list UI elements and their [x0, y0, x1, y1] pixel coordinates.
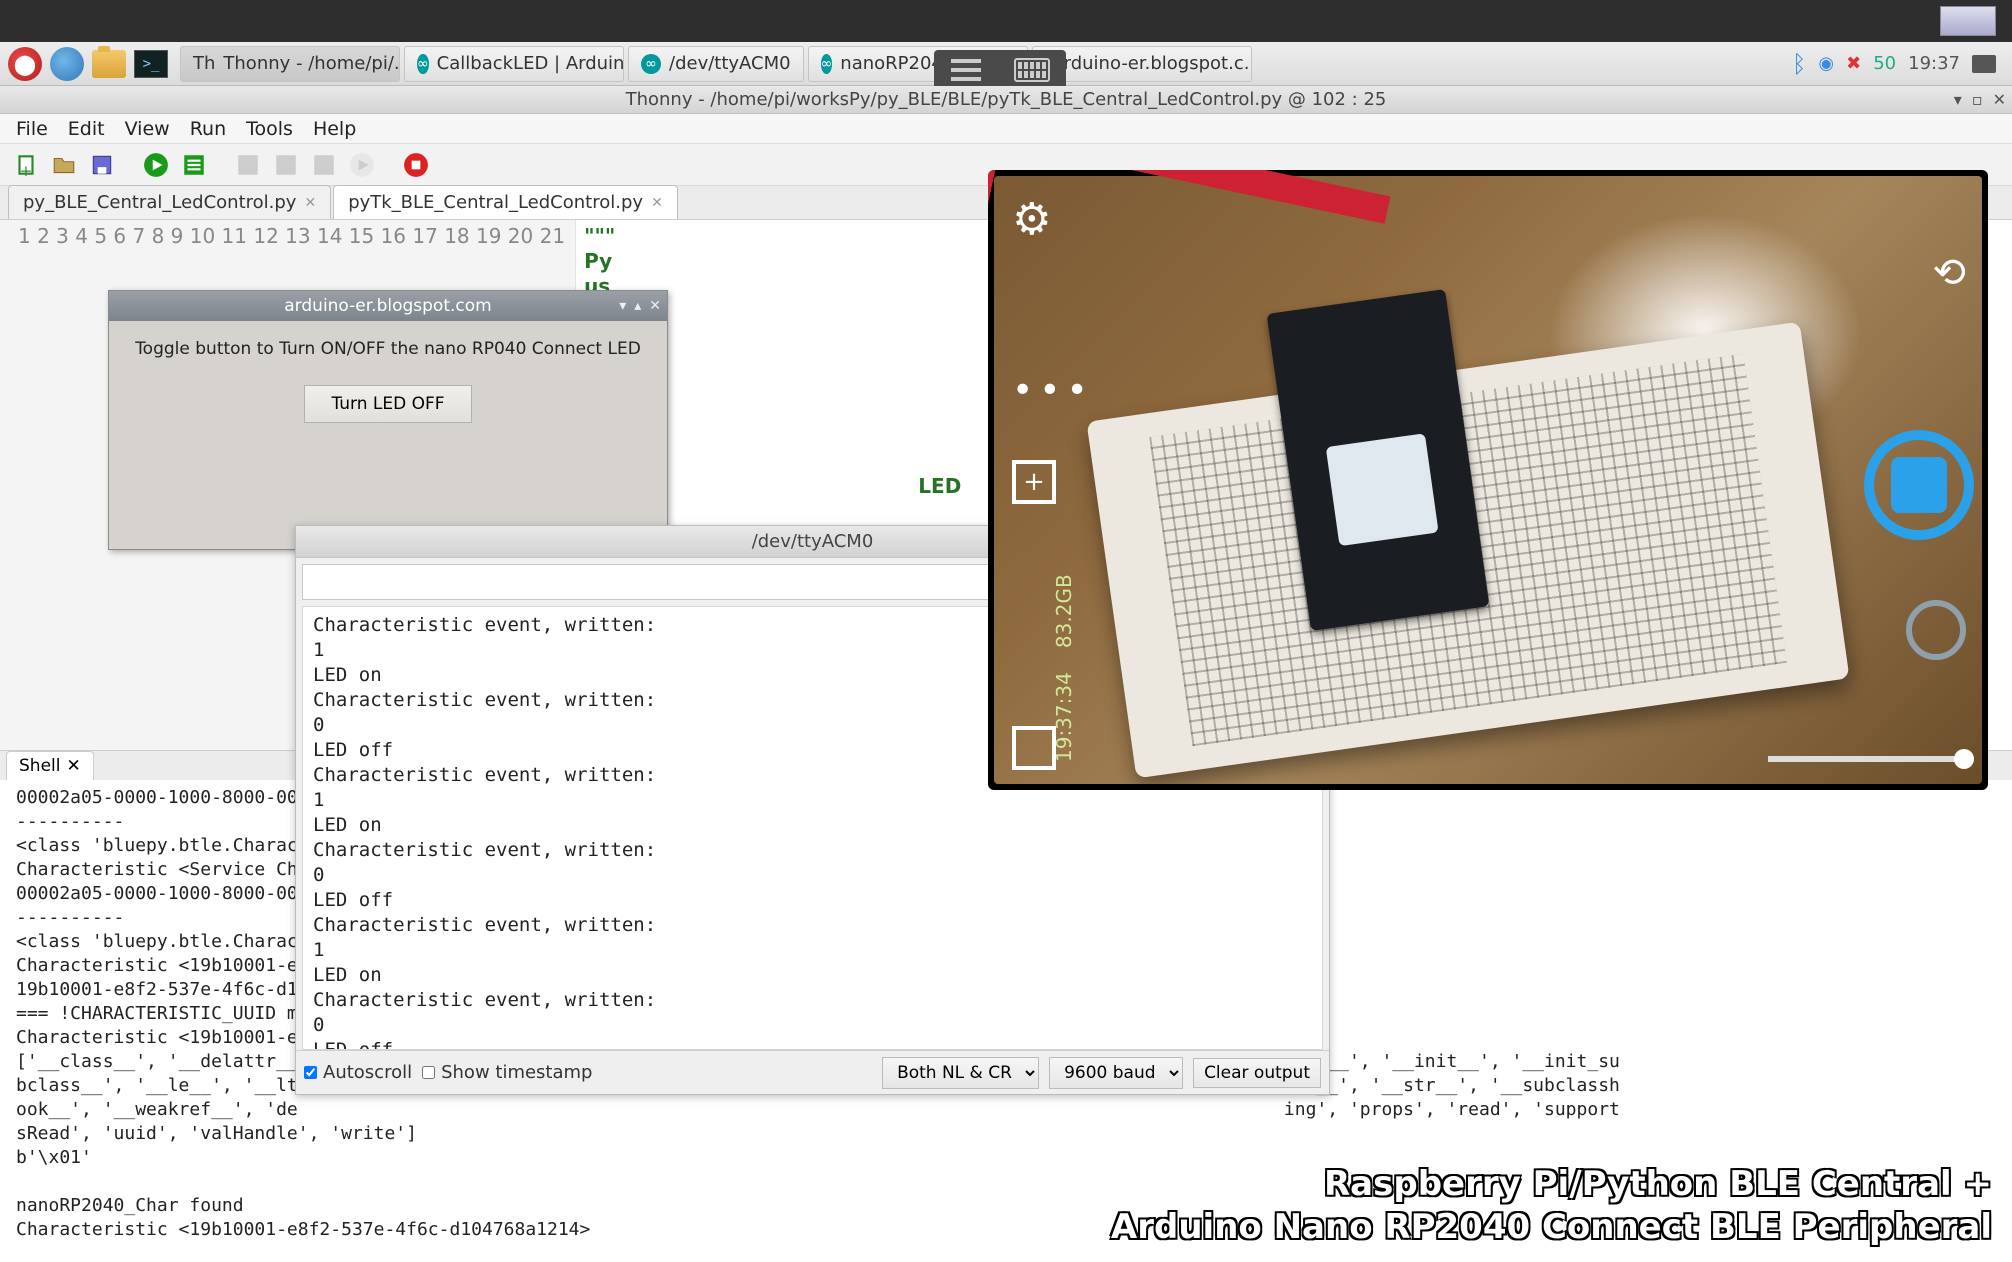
arduino-icon: ∞ — [417, 54, 429, 74]
camera-switch-icon[interactable]: ⟲ — [1932, 250, 1966, 296]
turn-led-off-button[interactable]: Turn LED OFF — [304, 385, 471, 423]
close-tab-icon[interactable]: ✕ — [651, 195, 663, 211]
maximize-button[interactable]: ▫ — [1972, 90, 1983, 109]
terminal-launcher-icon[interactable]: >_ — [134, 50, 168, 78]
resume-button[interactable] — [346, 149, 378, 181]
camera-more-icon[interactable]: ••• — [1012, 370, 1094, 411]
camera-shutter-button[interactable] — [1864, 430, 1974, 540]
new-file-button[interactable]: + — [10, 149, 42, 181]
thonny-menubar: File Edit View Run Tools Help — [0, 114, 2012, 144]
thumbnail-preview — [1940, 6, 1996, 36]
line-ending-select[interactable]: Both NL & CR — [882, 1057, 1039, 1089]
camera-exposure-icon[interactable]: + — [1012, 460, 1056, 504]
file-manager-launcher-icon[interactable] — [92, 50, 126, 78]
menu-help[interactable]: Help — [305, 116, 364, 142]
step-into-button[interactable] — [270, 149, 302, 181]
thonny-task-icon: Th — [193, 53, 215, 74]
camera-settings-icon[interactable]: ⚙ — [1012, 194, 1051, 245]
video-caption: Raspberry Pi/Python BLE Central + Arduin… — [1111, 1163, 1992, 1248]
browser-launcher-icon[interactable] — [50, 47, 84, 81]
shell-tab[interactable]: Shell✕ — [6, 751, 94, 780]
tk-maximize-button[interactable]: ▴ — [634, 298, 641, 314]
camera-zoom-slider[interactable] — [1768, 756, 1968, 762]
close-shell-icon[interactable]: ✕ — [66, 756, 80, 776]
camera-fullscreen-icon[interactable] — [1012, 726, 1056, 770]
run-button[interactable] — [140, 149, 172, 181]
volume-mute-icon[interactable]: ✖ — [1846, 53, 1861, 74]
menu-tools[interactable]: Tools — [238, 116, 301, 142]
tk-dialog-message: Toggle button to Turn ON/OFF the nano RP… — [109, 321, 667, 359]
arduino-icon: ∞ — [821, 54, 833, 74]
tk-minimize-button[interactable]: ▾ — [619, 298, 626, 314]
task-thonny[interactable]: ThThonny - /home/pi/... — [180, 46, 400, 82]
open-file-button[interactable] — [48, 149, 80, 181]
caption-line-2: Arduino Nano RP2040 Connect BLE Peripher… — [1111, 1206, 1992, 1249]
close-button[interactable]: ✕ — [1993, 90, 2006, 109]
serial-title: /dev/ttyACM0 — [752, 531, 874, 552]
battery-percent[interactable]: 50 — [1873, 53, 1896, 74]
menu-run[interactable]: Run — [182, 116, 234, 142]
sd-card-icon[interactable] — [1972, 55, 1996, 73]
tk-dialog-titlebar[interactable]: arduino-er.blogspot.com ▾ ▴ ✕ — [109, 291, 667, 321]
tk-dialog-title: arduino-er.blogspot.com — [284, 296, 491, 316]
menu-edit[interactable]: Edit — [60, 116, 113, 142]
baud-select[interactable]: 9600 baud — [1049, 1057, 1183, 1089]
step-out-button[interactable] — [308, 149, 340, 181]
outer-frame-top — [0, 0, 2012, 42]
raspberry-menu-icon[interactable]: ⬤ — [8, 47, 42, 81]
tk-dialog-window: arduino-er.blogspot.com ▾ ▴ ✕ Toggle but… — [108, 290, 668, 550]
bluetooth-icon[interactable]: ᛒ — [1792, 50, 1806, 78]
menu-lines-icon — [951, 59, 981, 81]
svg-text:+: + — [20, 161, 33, 177]
editor-tab-1[interactable]: pyTk_BLE_Central_LedControl.py✕ — [333, 185, 678, 219]
system-tray: ᛒ ◉ ✖ 50 19:37 — [1792, 50, 2004, 78]
panel-applet-switcher[interactable] — [934, 50, 1066, 90]
window-buttons: ▾ ▫ ✕ — [1954, 90, 2006, 109]
camera-timestamp-overlay: 19:37:34 83.2GB — [1052, 574, 1076, 762]
arduino-icon: ∞ — [641, 54, 661, 74]
thonny-title: Thonny - /home/pi/worksPy/py_BLE/BLE/pyT… — [626, 89, 1387, 110]
wifi-icon[interactable]: ◉ — [1818, 53, 1834, 74]
thonny-titlebar: Thonny - /home/pi/worksPy/py_BLE/BLE/pyT… — [0, 86, 2012, 114]
clear-output-button[interactable]: Clear output — [1193, 1058, 1321, 1088]
timestamp-checkbox[interactable]: Show timestamp — [422, 1062, 592, 1083]
stop-button[interactable] — [400, 149, 432, 181]
menu-view[interactable]: View — [117, 116, 178, 142]
close-tab-icon[interactable]: ✕ — [304, 195, 316, 211]
debug-button[interactable] — [178, 149, 210, 181]
serial-footer: Autoscroll Show timestamp Both NL & CR 9… — [296, 1050, 1329, 1094]
save-file-button[interactable] — [86, 149, 118, 181]
menu-file[interactable]: File — [8, 116, 56, 142]
step-over-button[interactable] — [232, 149, 264, 181]
caption-line-1: Raspberry Pi/Python BLE Central + — [1111, 1163, 1992, 1206]
keyboard-icon — [1014, 58, 1050, 82]
tk-close-button[interactable]: ✕ — [649, 298, 661, 314]
camera-preview-window: ⚙ ••• + 19:37:34 83.2GB ⟲ — [988, 170, 1988, 790]
autoscroll-checkbox[interactable]: Autoscroll — [304, 1062, 412, 1083]
minimize-button[interactable]: ▾ — [1954, 90, 1962, 109]
clock[interactable]: 19:37 — [1908, 53, 1960, 74]
editor-tab-0[interactable]: py_BLE_Central_LedControl.py✕ — [8, 185, 331, 219]
camera-mode-icon[interactable] — [1906, 600, 1966, 660]
task-arduino-callbackled[interactable]: ∞CallbackLED | Arduin... — [404, 46, 624, 82]
task-serial-monitor[interactable]: ∞/dev/ttyACM0 — [628, 46, 804, 82]
